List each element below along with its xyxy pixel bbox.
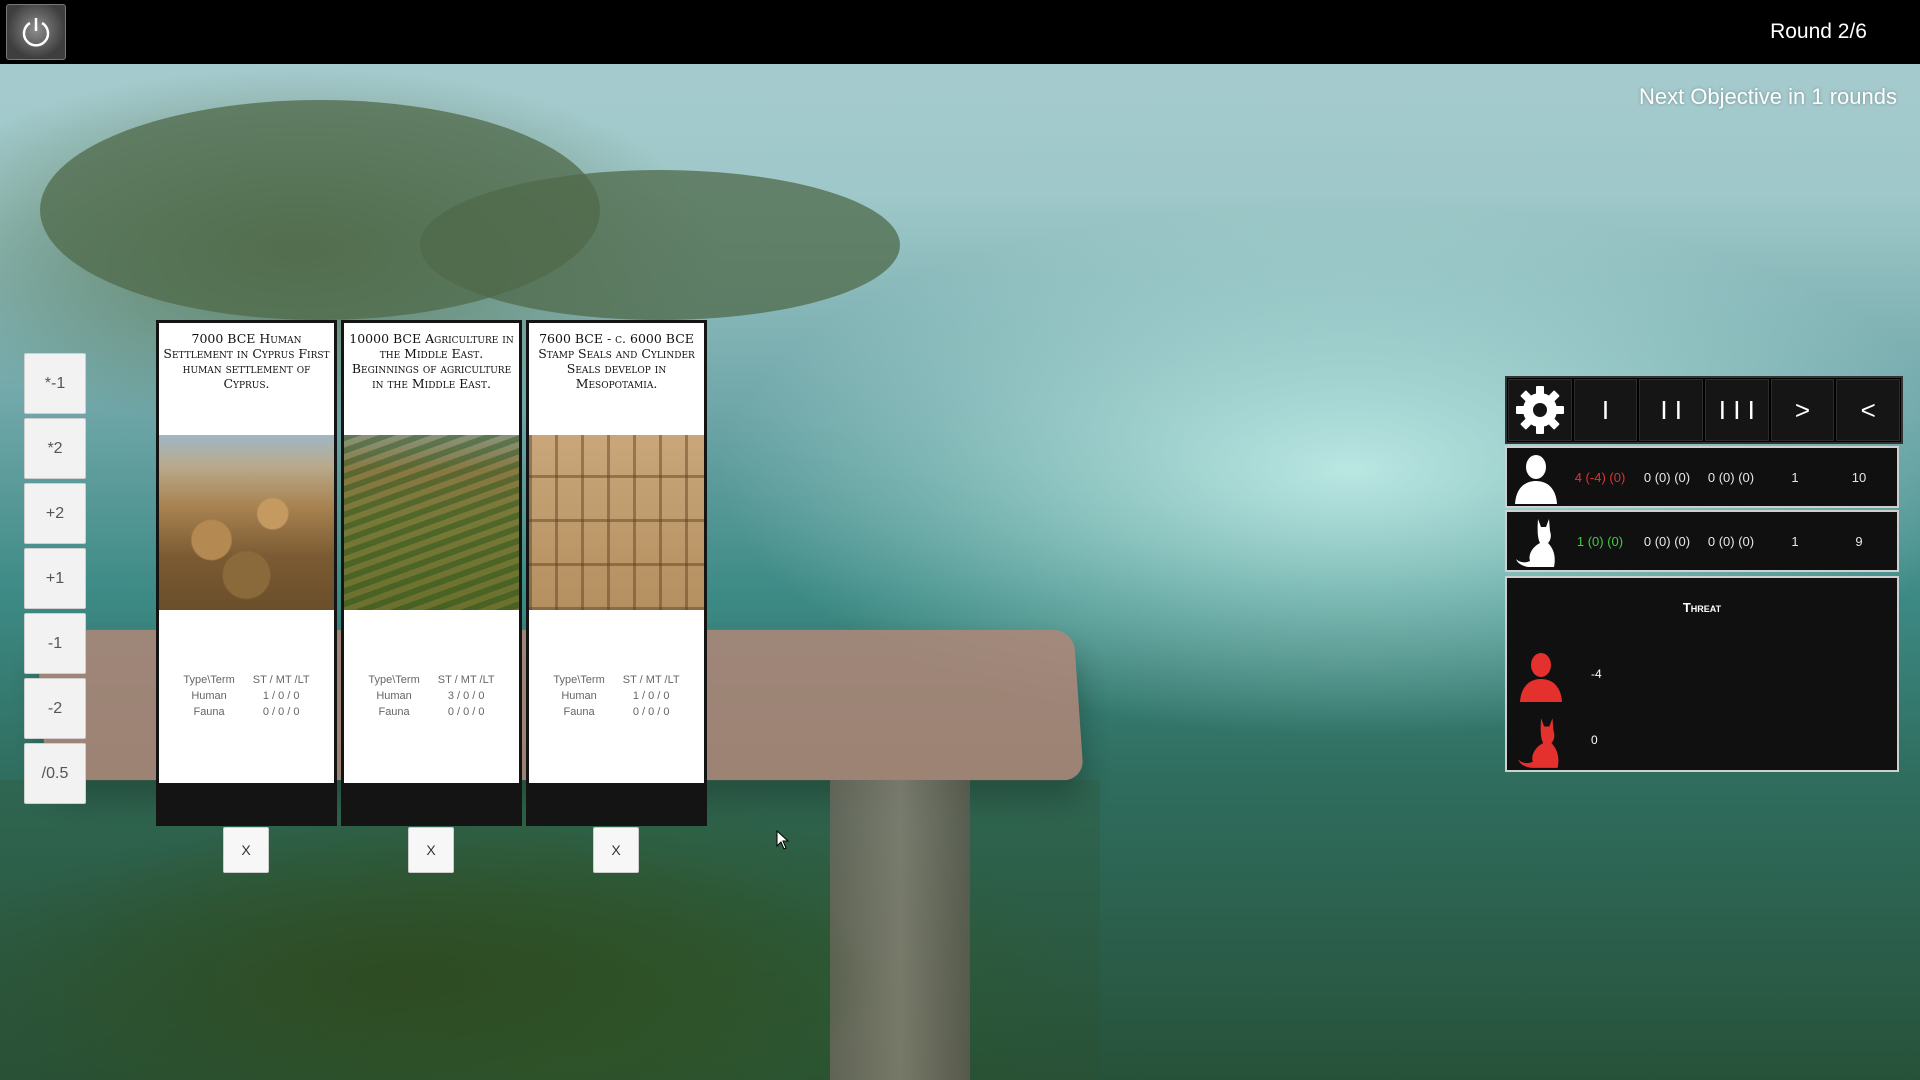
card-title: 10000 BCE Agriculture in the Middle East… [349, 331, 514, 391]
event-card[interactable]: 10000 BCE Agriculture in the Middle East… [341, 320, 522, 826]
stats-header-type: Type\Term [553, 674, 605, 686]
round-counter: Round 2/6 [1770, 20, 1867, 43]
control-toolbar: I I I I I I > < [1505, 376, 1903, 444]
modifier-button-minus-1[interactable]: -1 [24, 613, 86, 674]
cat-threat-icon [1518, 718, 1559, 768]
fauna-mid-term: 0 (0) (0) [1643, 533, 1691, 549]
human-mid-term: 0 (0) (0) [1643, 469, 1691, 485]
remove-card-button[interactable]: X [408, 827, 454, 873]
remove-card-button[interactable]: X [593, 827, 639, 873]
card-image-seals [529, 435, 704, 610]
human-icon [1507, 448, 1565, 506]
stats-fauna-label: Fauna [378, 706, 410, 718]
settings-button[interactable] [1508, 379, 1572, 441]
background-tree-canopy [420, 170, 900, 320]
power-icon [22, 18, 50, 47]
card-face: 7600 BCE - c. 6000 BCE Stamp Seals and C… [529, 323, 704, 783]
cat-icon [1507, 512, 1565, 570]
stats-fauna-values: 0 / 0 / 0 [632, 706, 670, 718]
card-face: 10000 BCE Agriculture in the Middle East… [344, 323, 519, 783]
next-objective-text: Next Objective in 1 rounds [1638, 84, 1897, 109]
modifier-button-times-2[interactable]: *2 [24, 418, 86, 479]
modifier-buttons: *-1 *2 +2 +1 -1 -2 /0.5 [24, 353, 88, 808]
fauna-stats-row: 1 (0) (0) 0 (0) (0) 0 (0) (0) 1 9 [1505, 510, 1899, 572]
mouse-cursor-icon [776, 830, 790, 850]
speed-3-button[interactable]: I I I [1705, 379, 1769, 441]
modifier-button-times-minus-1[interactable]: *-1 [24, 353, 86, 414]
stats-fauna-label: Fauna [193, 706, 225, 718]
human-short-term: 4 (-4) (0) [1574, 469, 1626, 485]
modifier-button-divide-half[interactable]: /0.5 [24, 743, 86, 804]
fauna-total: 9 [1855, 533, 1863, 549]
previous-button[interactable]: < [1836, 379, 1901, 441]
human-threat-icon [1520, 653, 1562, 702]
speed-2-button[interactable]: I I [1639, 379, 1704, 441]
event-card[interactable]: 7600 BCE - c. 6000 BCE Stamp Seals and C… [526, 320, 707, 826]
stats-header-term: ST / MT /LT [622, 674, 680, 686]
modifier-button-plus-2[interactable]: +2 [24, 483, 86, 544]
next-button[interactable]: > [1770, 379, 1835, 441]
power-button[interactable] [6, 4, 66, 60]
remove-card-button[interactable]: X [223, 827, 269, 873]
stats-fauna-values: 0 / 0 / 0 [447, 706, 485, 718]
fauna-multiplier: 1 [1791, 533, 1799, 549]
threat-panel: Threat -4 0 [1505, 576, 1899, 772]
card-title: 7000 BCE Human Settlement in Cyprus Firs… [163, 331, 330, 391]
human-multiplier: 1 [1791, 469, 1799, 485]
card-face: 7000 BCE Human Settlement in Cyprus Firs… [159, 323, 334, 783]
stats-human-label: Human [376, 690, 412, 702]
stats-fauna-values: 0 / 0 / 0 [262, 706, 300, 718]
stats-header-type: Type\Term [183, 674, 235, 686]
threat-title: Threat [1682, 600, 1722, 615]
stats-header-term: ST / MT /LT [252, 674, 310, 686]
card-image-village [159, 435, 334, 610]
card-stats: Type\Term ST / MT /LT Human 1 / 0 / 0 Faun… [529, 610, 704, 720]
stats-human-values: 3 / 0 / 0 [447, 690, 485, 702]
stats-header-term: ST / MT /LT [437, 674, 495, 686]
stats-human-label: Human [561, 690, 597, 702]
human-threat-value: -4 [1591, 667, 1602, 681]
speed-1-button[interactable]: I [1573, 379, 1638, 441]
fauna-long-term: 0 (0) (0) [1707, 533, 1755, 549]
human-stats-row: 4 (-4) (0) 0 (0) (0) 0 (0) (0) 1 10 [1505, 446, 1899, 508]
stats-fauna-label: Fauna [563, 706, 595, 718]
human-long-term: 0 (0) (0) [1707, 469, 1755, 485]
stats-human-label: Human [191, 690, 227, 702]
card-stats: Type\Term ST / MT /LT Human 1 / 0 / 0 Faun… [159, 610, 334, 720]
gear-icon [1515, 386, 1564, 434]
stats-human-values: 1 / 0 / 0 [262, 690, 300, 702]
card-title: 7600 BCE - c. 6000 BCE Stamp Seals and C… [538, 331, 695, 391]
event-card[interactable]: 7000 BCE Human Settlement in Cyprus Firs… [156, 320, 337, 826]
modifier-button-minus-2[interactable]: -2 [24, 678, 86, 739]
stats-header-type: Type\Term [368, 674, 420, 686]
top-bar: Round 2/6 [0, 0, 1920, 64]
card-image-fields [344, 435, 519, 610]
human-total: 10 [1851, 469, 1867, 485]
fauna-short-term: 1 (0) (0) [1576, 533, 1624, 549]
fauna-threat-value: 0 [1591, 733, 1598, 747]
modifier-button-plus-1[interactable]: +1 [24, 548, 86, 609]
stats-human-values: 1 / 0 / 0 [632, 690, 670, 702]
card-stats: Type\Term ST / MT /LT Human 3 / 0 / 0 Faun… [344, 610, 519, 720]
